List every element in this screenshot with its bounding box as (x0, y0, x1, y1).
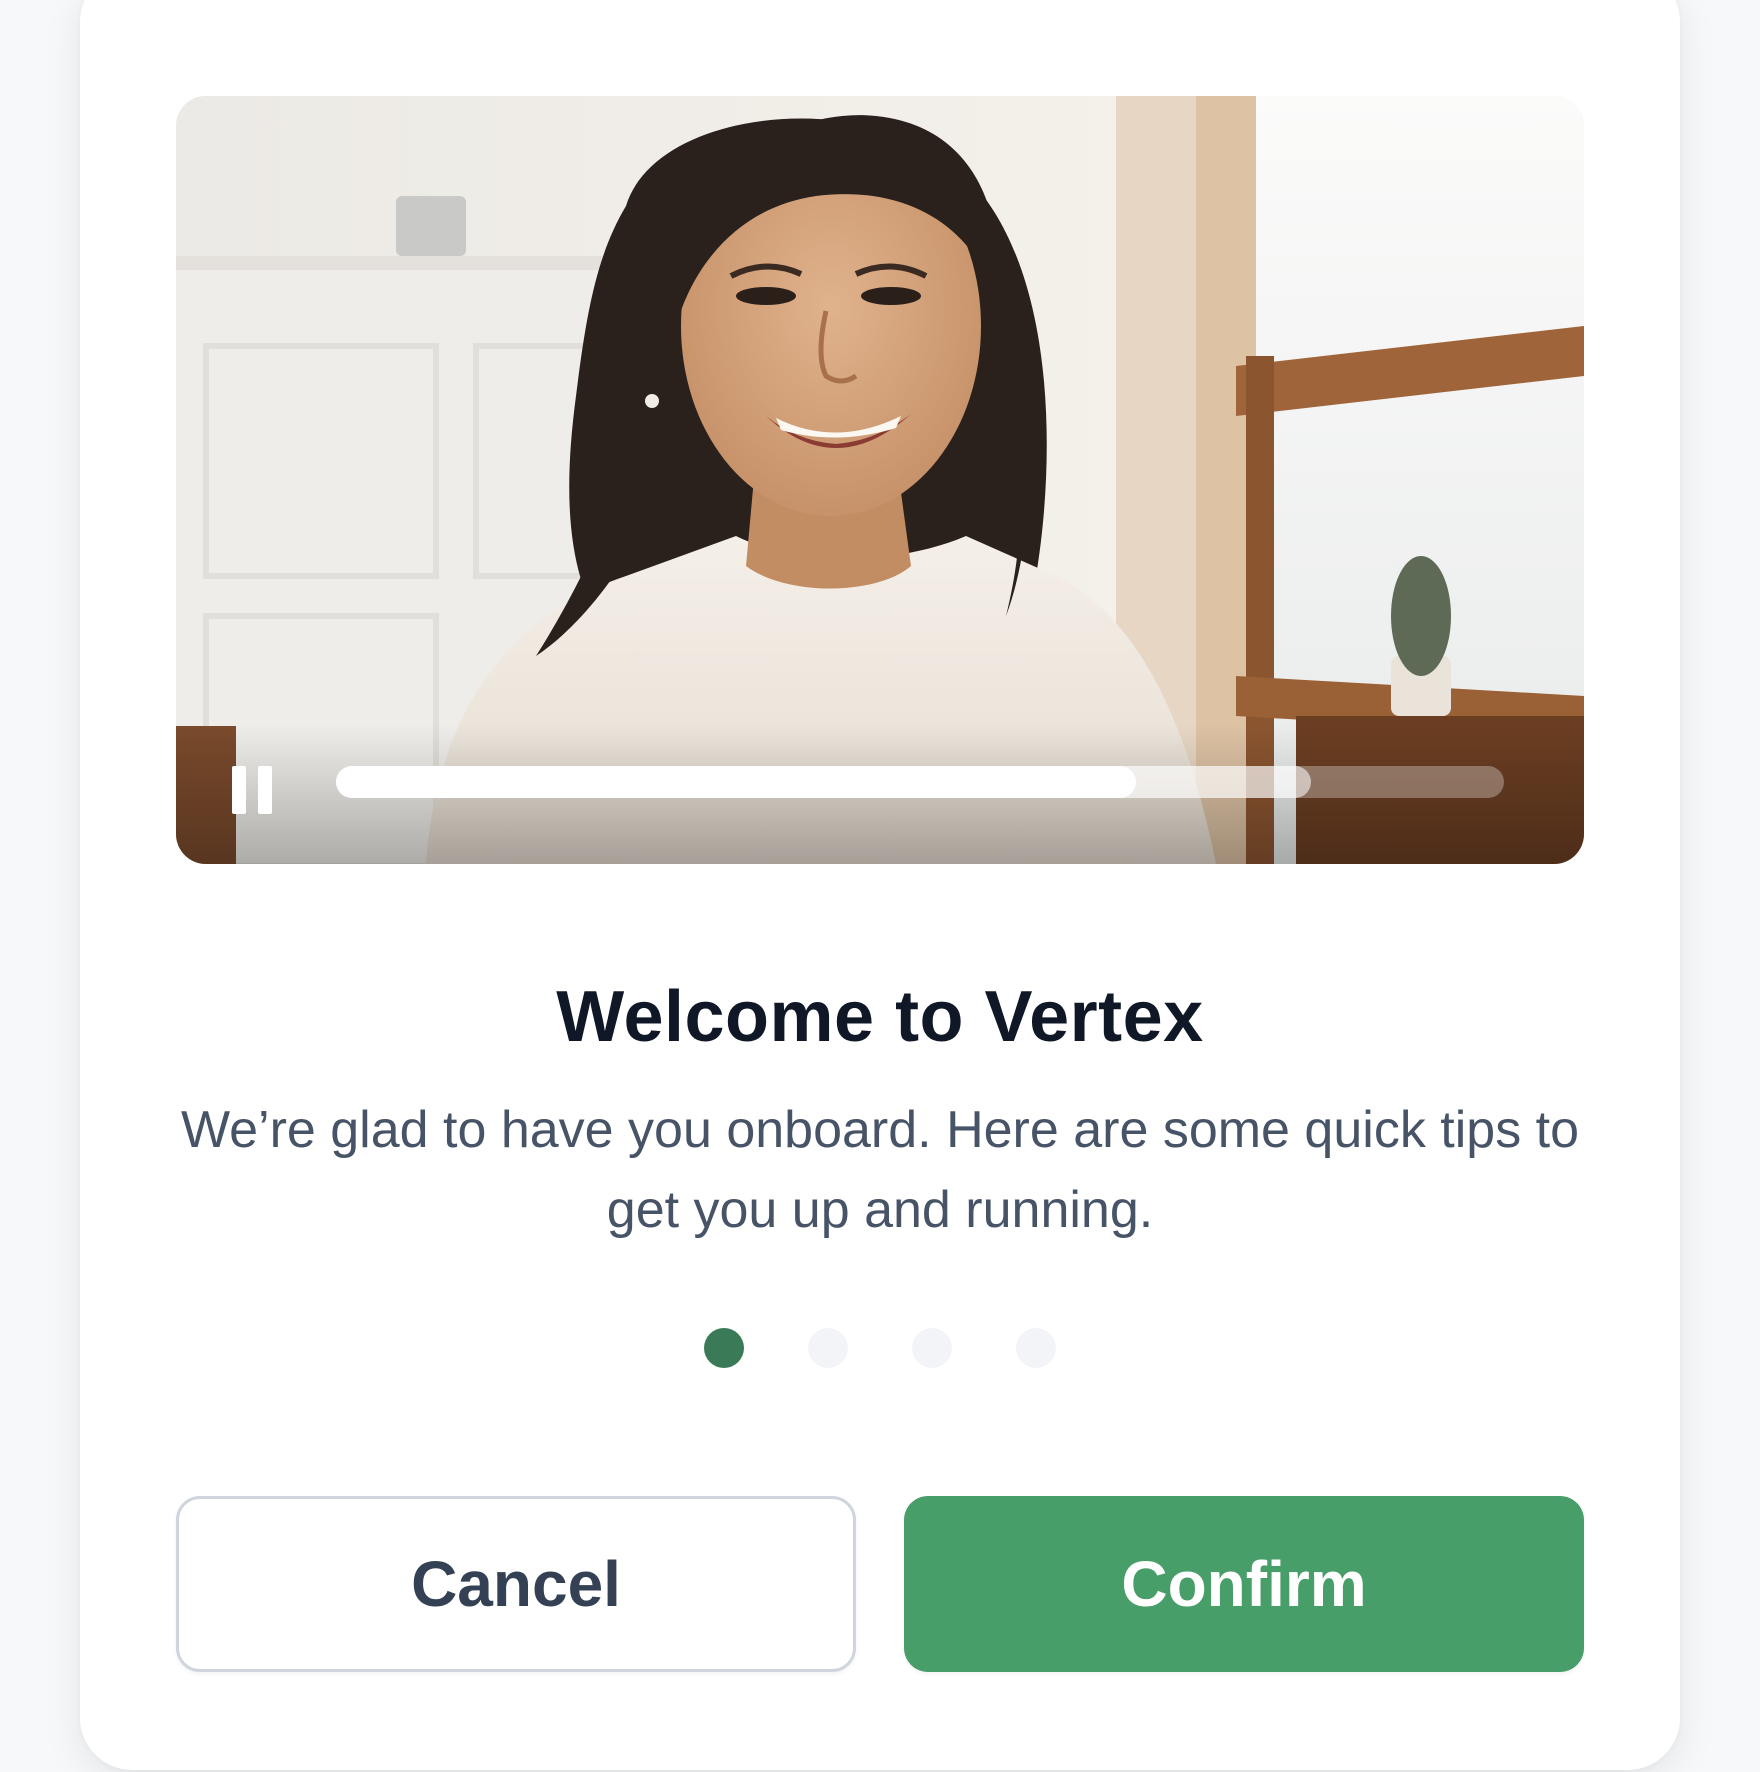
pause-bar-left (232, 766, 246, 814)
app-stage: Welcome to Vertex We’re glad to have you… (0, 0, 1760, 1772)
pagination-dot-4[interactable] (1016, 1328, 1056, 1368)
pause-bar-right (258, 766, 272, 814)
pagination-dot-3[interactable] (912, 1328, 952, 1368)
intro-video-player[interactable] (176, 96, 1584, 864)
modal-title: Welcome to Vertex (556, 977, 1204, 1057)
cancel-button[interactable]: Cancel (176, 1496, 856, 1672)
step-pagination (0, 1328, 1760, 1368)
pagination-dot-1[interactable] (704, 1328, 744, 1368)
modal-description: We’re glad to have you onboard. Here are… (180, 1101, 1580, 1239)
video-progress-bar[interactable] (336, 766, 1504, 798)
pause-icon[interactable] (228, 762, 288, 822)
video-played-fill (336, 766, 1137, 798)
confirm-button[interactable]: Confirm (904, 1496, 1584, 1672)
pagination-dot-2[interactable] (808, 1328, 848, 1368)
